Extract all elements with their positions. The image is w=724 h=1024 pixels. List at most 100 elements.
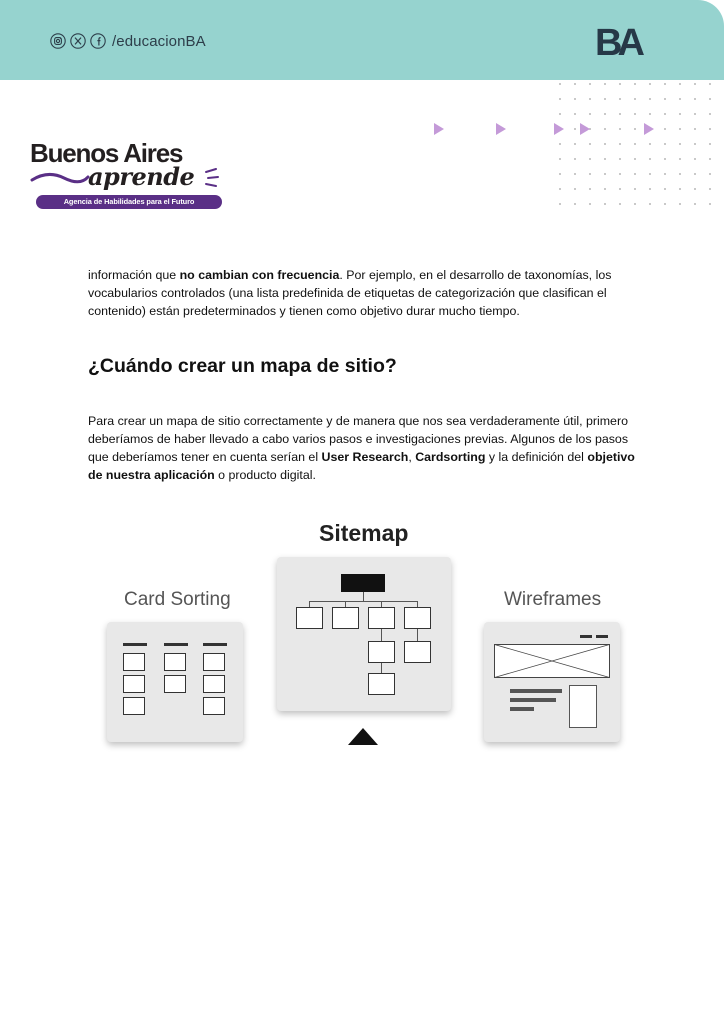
decorative-dot bbox=[619, 173, 621, 175]
body-text: información que bbox=[88, 268, 180, 282]
decorative-dot bbox=[664, 143, 666, 145]
sitemap-pointer-triangle bbox=[348, 728, 378, 745]
decorative-dot bbox=[604, 143, 606, 145]
decorative-dot bbox=[679, 83, 681, 85]
header-band: /educacionBA BA bbox=[0, 0, 724, 80]
decorative-dot bbox=[634, 203, 636, 205]
decorative-dot bbox=[574, 203, 576, 205]
sort-card bbox=[164, 675, 186, 693]
tree-connector bbox=[381, 629, 382, 641]
x-icon[interactable] bbox=[70, 33, 86, 49]
decorative-dot bbox=[679, 98, 681, 100]
decorative-dot bbox=[694, 83, 696, 85]
decorative-dot bbox=[589, 143, 591, 145]
decorative-dot bbox=[664, 188, 666, 190]
decorative-dot bbox=[604, 173, 606, 175]
card-column-header bbox=[203, 643, 227, 646]
play-arrow-icon bbox=[496, 123, 506, 135]
play-arrow-icon bbox=[554, 123, 564, 135]
decorative-dot bbox=[634, 128, 636, 130]
decorative-dot bbox=[604, 83, 606, 85]
decorative-dot bbox=[679, 128, 681, 130]
decorative-dot bbox=[694, 188, 696, 190]
brand-tagline: Agencia de Habilidades para el Futuro bbox=[36, 195, 222, 209]
play-arrow-icon bbox=[580, 123, 590, 135]
card-sorting-label: Card Sorting bbox=[124, 589, 231, 610]
sort-card bbox=[123, 653, 145, 671]
section-heading: ¿Cuándo crear un mapa de sitio? bbox=[88, 355, 397, 377]
decorative-dot bbox=[589, 173, 591, 175]
wireframe-text-line bbox=[510, 689, 562, 693]
decorative-dot bbox=[709, 143, 711, 145]
decorative-dot bbox=[619, 128, 621, 130]
decorative-dot bbox=[679, 188, 681, 190]
decorative-dot bbox=[694, 128, 696, 130]
decorative-dot bbox=[589, 113, 591, 115]
card-column-header bbox=[164, 643, 188, 646]
decorative-dot bbox=[604, 158, 606, 160]
sort-card bbox=[164, 653, 186, 671]
sitemap-page-node bbox=[368, 673, 395, 695]
body-text: o producto digital. bbox=[214, 468, 316, 482]
decorative-dot bbox=[664, 98, 666, 100]
wireframe-side-block bbox=[569, 685, 597, 728]
decorative-dot bbox=[574, 113, 576, 115]
sitemap-page-node bbox=[368, 641, 395, 663]
decorative-dot bbox=[649, 143, 651, 145]
tree-connector bbox=[381, 663, 382, 673]
decorative-dot bbox=[589, 158, 591, 160]
decorative-dot bbox=[559, 158, 561, 160]
sort-card bbox=[203, 675, 225, 693]
decorative-dot bbox=[559, 203, 561, 205]
play-arrow-icon bbox=[644, 123, 654, 135]
decorative-dot bbox=[559, 98, 561, 100]
facebook-icon[interactable] bbox=[90, 33, 106, 49]
decorative-dot bbox=[619, 143, 621, 145]
decorative-dot-grid bbox=[434, 83, 711, 205]
decorative-dot bbox=[559, 143, 561, 145]
decorative-dot bbox=[679, 203, 681, 205]
decorative-dot bbox=[589, 98, 591, 100]
wireframe-image-placeholder bbox=[494, 644, 610, 678]
decorative-dot bbox=[679, 173, 681, 175]
decorative-dot bbox=[559, 83, 561, 85]
emphasis-text: User Research bbox=[321, 450, 409, 464]
instagram-icon[interactable] bbox=[50, 33, 66, 49]
body-text: y la definición del bbox=[485, 450, 588, 464]
decorative-dot bbox=[694, 113, 696, 115]
decorative-dot bbox=[604, 188, 606, 190]
card-sorting-card bbox=[107, 622, 243, 742]
decorative-dot bbox=[574, 188, 576, 190]
social-handle[interactable]: /educacionBA bbox=[112, 33, 206, 50]
wireframe-text-line bbox=[510, 698, 556, 702]
tree-connector bbox=[309, 601, 417, 602]
decorative-dot bbox=[574, 158, 576, 160]
card-column-header bbox=[123, 643, 147, 646]
decorative-dot bbox=[694, 98, 696, 100]
wireframes-card bbox=[484, 622, 620, 742]
decorative-dot bbox=[619, 188, 621, 190]
wireframes-label: Wireframes bbox=[504, 589, 602, 610]
tree-connector bbox=[417, 629, 418, 641]
decorative-dot bbox=[574, 98, 576, 100]
decorative-dot bbox=[709, 173, 711, 175]
decorative-dot bbox=[649, 173, 651, 175]
wireframe-text-line bbox=[510, 707, 534, 711]
decorative-dot bbox=[709, 188, 711, 190]
decorative-dot bbox=[649, 158, 651, 160]
decorative-dot bbox=[664, 128, 666, 130]
paragraph-intro: información que no cambian con frecuenci… bbox=[88, 266, 648, 320]
sitemap-page-node bbox=[404, 607, 431, 629]
decorative-dot bbox=[604, 98, 606, 100]
decorative-dot bbox=[634, 83, 636, 85]
paragraph-steps: Para crear un mapa de sitio correctament… bbox=[88, 412, 648, 484]
play-arrow-icon bbox=[434, 123, 444, 135]
decorative-dot bbox=[634, 188, 636, 190]
decorative-dot bbox=[559, 113, 561, 115]
decorative-dot bbox=[589, 188, 591, 190]
decorative-dot bbox=[604, 113, 606, 115]
sitemap-page-node bbox=[404, 641, 431, 663]
ba-logo-text: BA bbox=[595, 24, 644, 58]
sitemap-page-node bbox=[368, 607, 395, 629]
decorative-dot bbox=[634, 143, 636, 145]
